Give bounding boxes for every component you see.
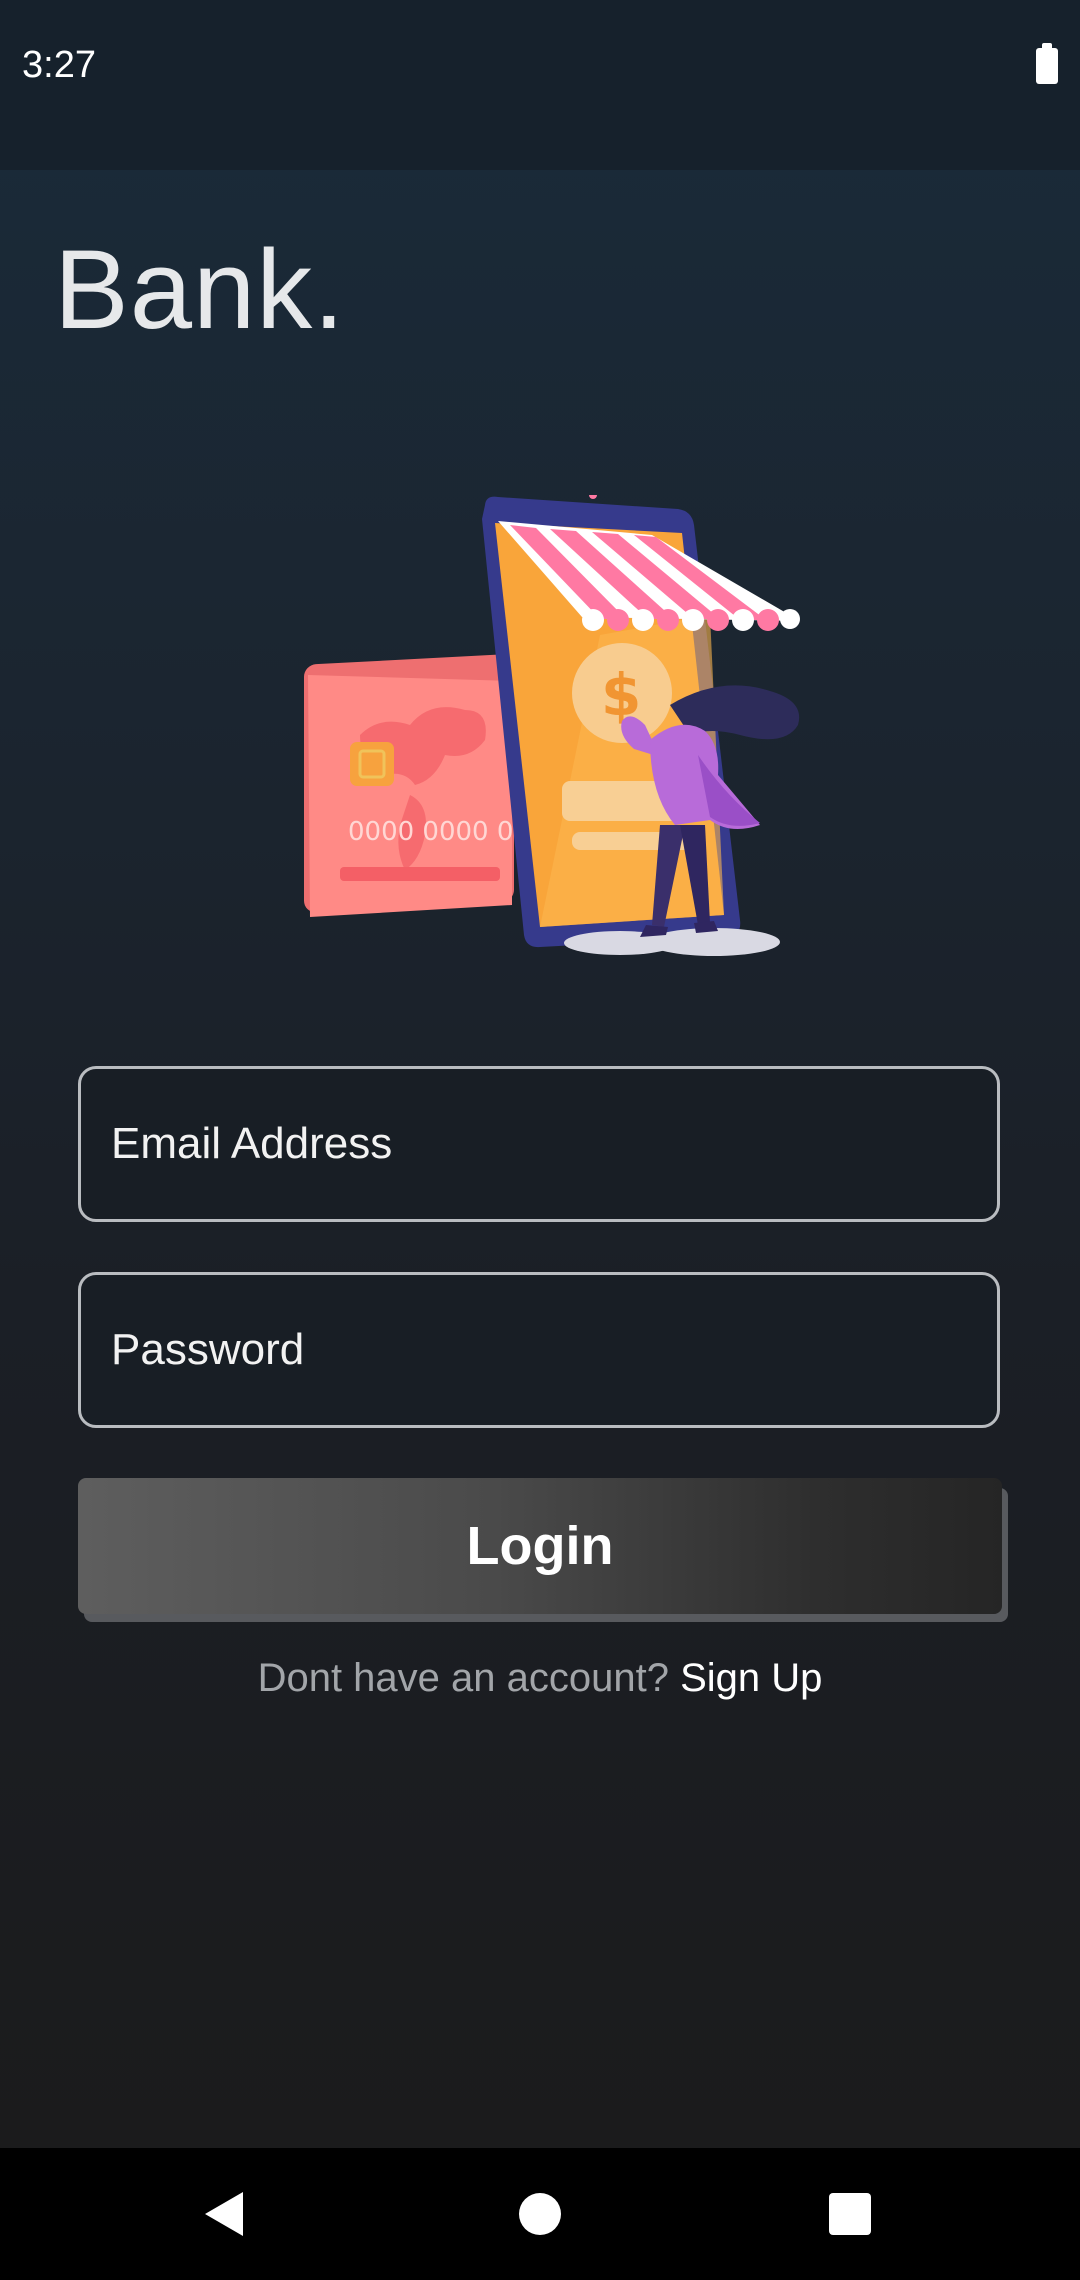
battery-full-icon [1036,43,1058,84]
home-circle-icon[interactable] [519,2193,561,2235]
bank-illustration: 0000 0000 0 $ [304,495,800,956]
login-screen: 3:27 Bank. 0000 0000 0 $ Email Address L… [0,0,1080,2280]
email-input[interactable] [81,1069,997,1219]
back-triangle-icon[interactable] [205,2192,243,2236]
login-button[interactable]: Login [78,1478,1002,1614]
password-input[interactable] [81,1275,997,1425]
status-time: 3:27 [22,44,96,86]
card-number: 0000 0000 0 [348,817,513,847]
recents-square-icon[interactable] [829,2193,871,2235]
signup-prompt: Dont have an account? [257,1656,681,1700]
signup-link[interactable]: Sign Up [680,1656,822,1700]
password-field[interactable] [78,1272,1000,1428]
credit-card-icon: 0000 0000 0 [304,654,514,917]
status-bar: 3:27 [0,0,1080,170]
signup-row: Dont have an account? Sign Up [0,1656,1080,1701]
email-field[interactable] [78,1066,1000,1222]
app-title: Bank. [54,227,346,352]
